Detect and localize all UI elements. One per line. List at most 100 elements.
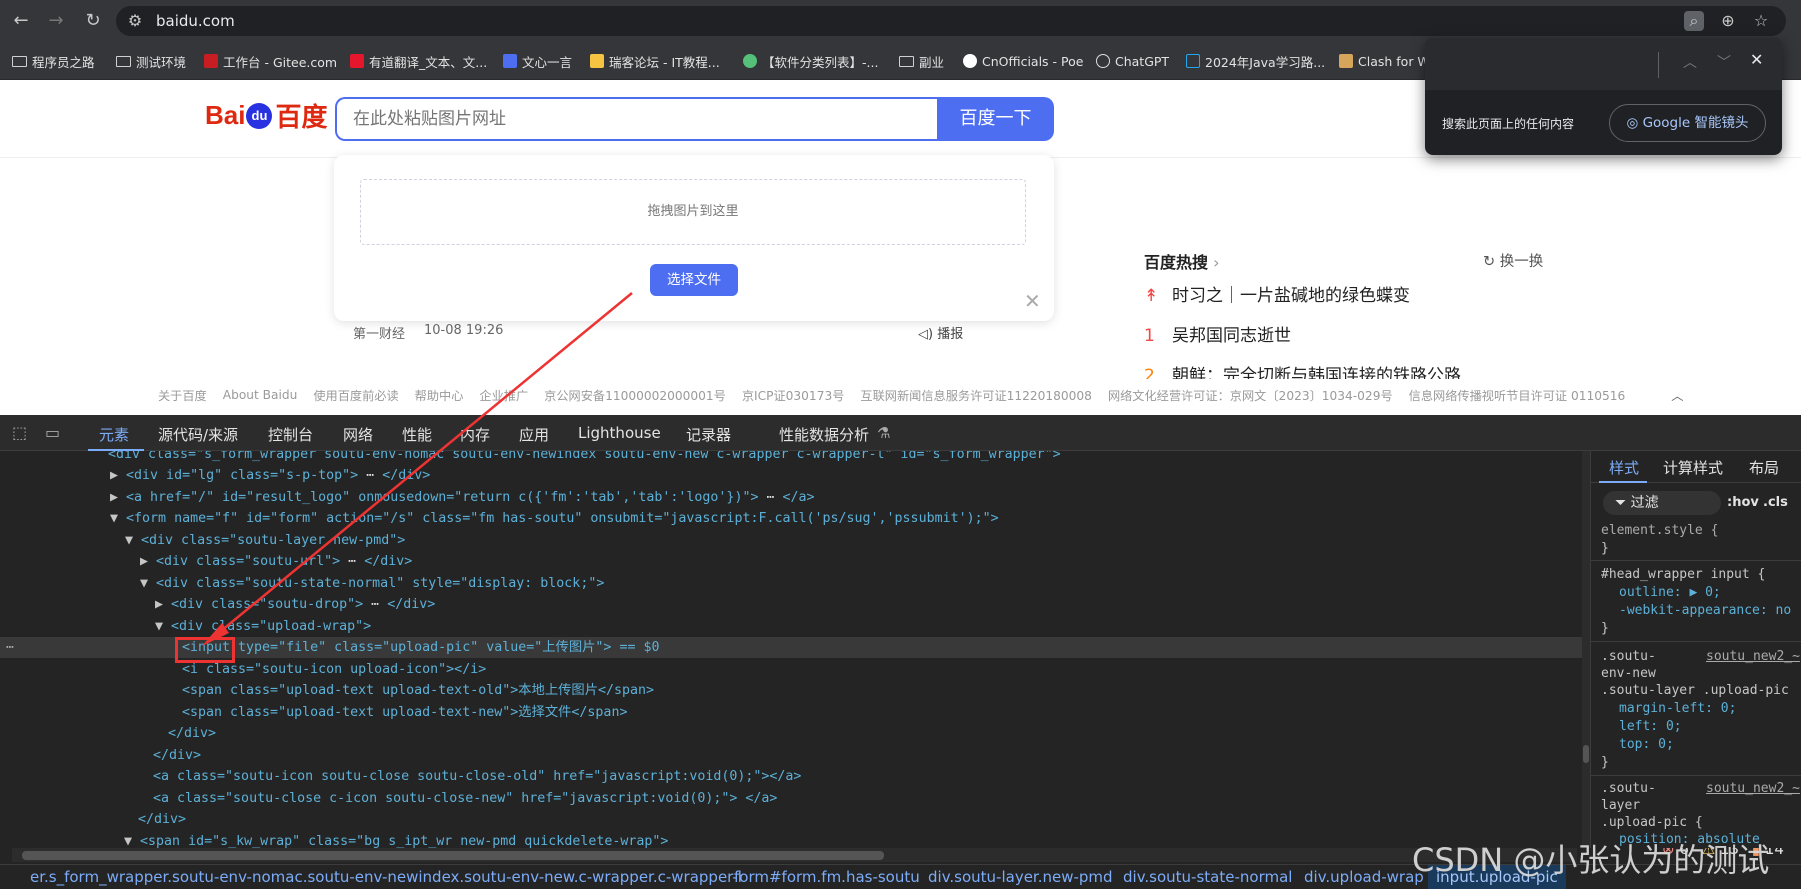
hov-toggle[interactable]: :hov [1727,495,1759,510]
tab-recorder[interactable]: 记录器 [686,424,731,445]
style-filter-input[interactable]: ⏷ 过滤 [1603,491,1721,515]
lens-icon[interactable]: ⌕ [1684,11,1704,31]
tab-application[interactable]: 应用 [519,424,549,445]
dom-node[interactable]: <i class="soutu-icon upload-icon"></i> [0,659,1582,680]
address-bar[interactable]: ⚙ baidu.com ⌕ ⊕ ☆ [116,6,1786,36]
bookmark-item[interactable]: 副业 [899,51,944,71]
dom-node[interactable]: <a class="soutu-icon soutu-close soutu-c… [0,766,1582,787]
tab-sources[interactable]: 源代码/来源 [158,424,238,445]
bookmark-item[interactable]: CnOfficials - Poe [963,51,1083,71]
tab-performance[interactable]: 性能 [402,424,432,445]
style-property[interactable]: top: 0; [1619,737,1674,752]
site-info-icon[interactable]: ⚙ [124,10,146,32]
image-url-search-box[interactable] [335,97,937,141]
breadcrumb-item[interactable]: div.soutu-layer.new-pmd [928,868,1113,886]
tab-elements[interactable]: 元素 [99,424,129,445]
dom-node[interactable]: ▼ <form name="f" id="form" action="/s" c… [0,508,1582,529]
footer-link[interactable]: 京ICP证030173号 [742,386,845,404]
baidu-logo[interactable]: Bai du 百度 [205,97,327,134]
choose-file-button[interactable]: 选择文件 [650,264,738,296]
bookmark-item[interactable]: 程序员之路 [12,51,95,71]
dom-node[interactable]: <div class="s_form_wrapper soutu-env-nom… [0,451,1582,465]
breadcrumb-item[interactable]: div.soutu-state-normal [1123,868,1292,886]
back-icon[interactable]: ← [10,10,32,32]
scroll-thumb[interactable] [1583,745,1589,763]
dom-node[interactable]: ▶ <div class="soutu-drop"> ⋯ </div> [0,594,1582,615]
bookmark-item[interactable]: 工作台 - Gitee.com [204,51,337,71]
bookmark-item[interactable]: ChatGPT [1096,51,1169,71]
collapse-arrow-icon[interactable]: ▼ [110,511,118,526]
tab-console[interactable]: 控制台 [268,424,313,445]
bookmark-item[interactable]: 2024年Java学习路... [1186,51,1325,71]
footer-link[interactable]: 互联网新闻信息服务许可证11220180008 [860,386,1092,404]
cls-toggle[interactable]: .cls [1763,495,1788,510]
close-icon[interactable]: ✕ [1024,289,1041,313]
ellipsis-icon[interactable]: ⋯ [363,597,387,612]
image-url-input[interactable] [353,109,913,129]
breadcrumb-item[interactable]: er.s_form_wrapper.soutu-env-nomac.soutu-… [30,868,742,886]
dom-tree[interactable]: <div class="s_form_wrapper soutu-env-nom… [0,451,1582,848]
dom-node[interactable]: </div> [0,809,1582,830]
style-property[interactable]: -webkit-appearance: no [1619,603,1791,618]
dom-tree-scrollbar[interactable] [1582,451,1590,848]
dom-node[interactable]: ▼ <span id="s_kw_wrap" class="bg s_ipt_w… [0,831,1582,848]
stylesheet-link[interactable]: soutu_new2_~ [1706,649,1800,664]
hot-search-item[interactable]: 1 吴邦国同志逝世 [1144,321,1291,346]
bookmark-item[interactable]: 文心一言 [503,51,572,71]
style-property[interactable]: outline: ▶ 0; [1619,585,1721,600]
footer-link[interactable]: About Baidu [223,388,298,402]
dom-node[interactable]: <span class="upload-text upload-text-new… [0,702,1582,723]
dom-node[interactable]: ▼ <div class="upload-wrap"> [0,616,1582,637]
bookmark-item[interactable]: 瑞客论坛 - IT教程... [590,51,720,71]
footer-link[interactable]: 帮助中心 [415,386,464,404]
tab-styles[interactable]: 样式 [1609,457,1639,478]
star-icon[interactable]: ☆ [1750,10,1772,32]
breadcrumb-item[interactable]: form#form.fm.has-soutu [734,868,920,886]
breadcrumb-item[interactable]: div.upload-wrap [1304,868,1424,886]
style-property[interactable]: left: 0; [1619,719,1682,734]
collapse-arrow-icon[interactable]: ▼ [140,576,148,591]
hot-search-title[interactable]: 百度热搜 › [1144,249,1220,273]
dom-node[interactable]: </div> [0,745,1582,766]
ellipsis-icon[interactable]: ⋯ [358,468,382,483]
broadcast-button[interactable]: ◁) 播报 [918,323,963,342]
drop-area[interactable]: 拖拽图片到这里 [360,179,1026,245]
refresh-button[interactable]: ↻ 换一换 [1483,250,1543,271]
tab-layout[interactable]: 布局 [1749,457,1779,478]
hot-search-item[interactable]: ↟ 时习之｜一片盐碱地的绿色蝶变 [1144,281,1410,306]
tab-performance-insights[interactable]: 性能数据分析 [779,424,869,445]
dom-node[interactable]: ▶ <a href="/" id="result_logo" onmousedo… [0,487,1582,508]
dom-node[interactable]: ▼ <div class="soutu-state-normal" style=… [0,573,1582,594]
expand-arrow-icon[interactable]: ▶ [140,554,148,569]
style-property[interactable]: margin-left: 0; [1619,701,1736,716]
expand-arrow-icon[interactable]: ▶ [110,468,118,483]
chevron-up-icon[interactable]: ︿ [1671,386,1683,404]
footer-link[interactable]: 网络文化经营许可证：京网文〔2023〕1034-029号 [1108,386,1393,404]
footer-link[interactable]: 企业推广 [479,386,528,404]
tab-lighthouse[interactable]: Lighthouse [578,424,661,442]
dom-node[interactable]: ▶ <div id="lg" class="s-p-top"> ⋯ </div> [0,465,1582,486]
bookmark-item[interactable]: Clash for W [1339,51,1430,71]
collapse-arrow-icon[interactable]: ▼ [155,619,163,634]
footer-link[interactable]: 关于百度 [158,386,207,404]
bookmark-item[interactable]: 【软件分类列表】-... [743,51,878,71]
dom-node[interactable]: ▶ <div class="soutu-url"> ⋯ </div> [0,551,1582,572]
bookmark-item[interactable]: 有道翻译_文本、文... [350,51,487,71]
tab-memory[interactable]: 内存 [460,424,490,445]
search-button[interactable]: 百度一下 [937,97,1054,141]
footer-link[interactable]: 使用百度前必读 [313,386,398,404]
inspect-icon[interactable]: ⬚ [12,423,27,442]
dom-node[interactable]: ▼ <div class="soutu-layer new-pmd"> [0,530,1582,551]
dom-node[interactable]: <a class="soutu-close c-icon soutu-close… [0,788,1582,809]
hot-search-item[interactable]: 2 朝鲜：完全切断与韩国连接的铁路公路 [1144,361,1461,379]
more-options-icon[interactable]: ⋯ [6,637,14,658]
scroll-thumb[interactable] [22,851,884,860]
dom-node-selected[interactable]: ⋯ <input type="file" class="upload-pic" v… [0,637,1582,658]
ellipsis-icon[interactable]: ⋯ [758,490,782,505]
footer-link[interactable]: 京公网安备11000002000001号 [544,386,726,404]
google-lens-button[interactable]: ◎ Google 智能镜头 [1609,104,1766,142]
reload-icon[interactable]: ↻ [82,10,104,32]
device-toolbar-icon[interactable]: ▭ [45,423,60,442]
dom-node[interactable]: <span class="upload-text upload-text-old… [0,680,1582,701]
zoom-icon[interactable]: ⊕ [1717,10,1739,32]
